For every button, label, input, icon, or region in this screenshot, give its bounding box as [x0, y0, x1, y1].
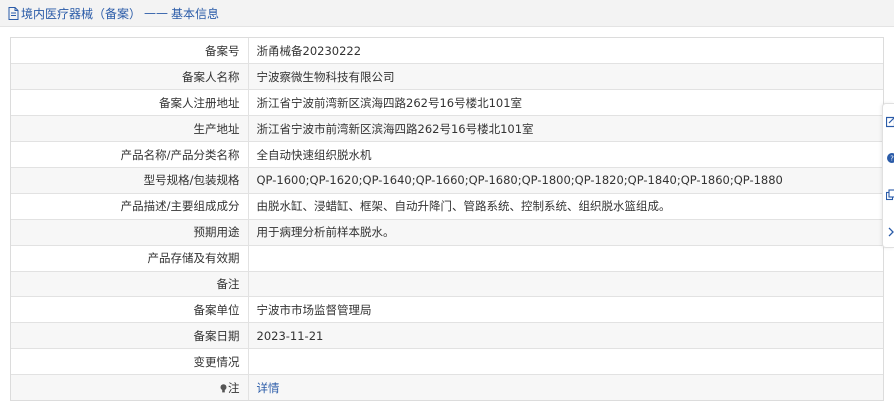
- row-label: 备案单位: [11, 296, 249, 324]
- row-value: 全自动快速组织脱水机: [248, 141, 883, 168]
- svg-text:?: ?: [890, 155, 894, 163]
- table-row: 预期用途 用于病理分析前样本脱水。: [11, 219, 883, 246]
- info-table: 备案号 浙甬械备20230222 备案人名称 宁波察微生物科技有限公司 备案人注…: [10, 37, 884, 401]
- table-row: 产品描述/主要组成成分 由脱水缸、浸蜡缸、框架、自动升降门、管路系统、控制系统、…: [11, 193, 883, 220]
- row-value: [248, 245, 883, 272]
- row-value: [248, 348, 883, 376]
- row-value: 浙江省宁波市前湾新区滨海四路262号16号楼北101室: [248, 115, 883, 143]
- table-row: 备案日期 2023-11-21: [11, 322, 883, 350]
- table-row: 产品存储及有效期: [11, 245, 883, 272]
- chevron-right-icon[interactable]: [886, 226, 894, 238]
- row-value: 浙甬械备20230222: [248, 38, 883, 65]
- row-label: 产品存储及有效期: [11, 245, 249, 272]
- table-row: 生产地址 浙江省宁波市前湾新区滨海四路262号16号楼北101室: [11, 115, 883, 143]
- lightbulb-icon: [220, 383, 227, 393]
- page-title: 境内医疗器械（备案）: [21, 6, 142, 21]
- details-link[interactable]: 详情: [257, 381, 280, 395]
- help-icon[interactable]: ?: [886, 152, 894, 164]
- row-value: 宁波市市场监督管理局: [248, 296, 883, 324]
- table-row: 备注: [11, 271, 883, 298]
- row-label: 产品名称/产品分类名称: [11, 141, 249, 168]
- row-label: 变更情况: [11, 348, 249, 376]
- table-row: 型号规格/包装规格 QP-1600;QP-1620;QP-1640;QP-166…: [11, 167, 883, 194]
- edit-icon[interactable]: [886, 116, 894, 128]
- table-row: 产品名称/产品分类名称 全自动快速组织脱水机: [11, 141, 883, 168]
- page-header: 境内医疗器械（备案） —— 基本信息: [0, 0, 894, 27]
- row-label: 产品描述/主要组成成分: [11, 193, 249, 220]
- document-icon: [8, 6, 19, 20]
- side-toolbar: ?: [882, 103, 894, 248]
- row-value: [248, 271, 883, 298]
- table-row: 备案单位 宁波市市场监督管理局: [11, 296, 883, 324]
- table-row: 注 详情: [11, 374, 883, 401]
- row-value: 2023-11-21: [248, 322, 883, 350]
- copy-icon[interactable]: [886, 189, 894, 201]
- row-value: 浙江省宁波前湾新区滨海四路262号16号楼北101室: [248, 89, 883, 117]
- row-label: 备案日期: [11, 322, 249, 350]
- table-row: 备案人注册地址 浙江省宁波前湾新区滨海四路262号16号楼北101室: [11, 89, 883, 117]
- row-value: QP-1600;QP-1620;QP-1640;QP-1660;QP-1680;…: [248, 167, 883, 194]
- row-label: 生产地址: [11, 115, 249, 143]
- row-label: 备注: [11, 271, 249, 298]
- row-label: 备案人名称: [11, 63, 249, 91]
- row-label: 型号规格/包装规格: [11, 167, 249, 194]
- note-label: 注: [11, 374, 249, 401]
- table-row: 变更情况: [11, 348, 883, 376]
- row-value: 用于病理分析前样本脱水。: [248, 219, 883, 246]
- table-row: 备案人名称 宁波察微生物科技有限公司: [11, 63, 883, 91]
- row-value: 由脱水缸、浸蜡缸、框架、自动升降门、管路系统、控制系统、组织脱水篮组成。: [248, 193, 883, 220]
- table-row: 备案号 浙甬械备20230222: [11, 38, 883, 65]
- row-value: 宁波察微生物科技有限公司: [248, 63, 883, 91]
- title-separator: ——: [144, 6, 169, 20]
- row-value: 详情: [248, 374, 883, 401]
- row-label: 备案人注册地址: [11, 89, 249, 117]
- note-label-text: 注: [228, 380, 240, 395]
- row-label: 备案号: [11, 38, 249, 65]
- row-label: 预期用途: [11, 219, 249, 246]
- page-subtitle: 基本信息: [171, 6, 220, 21]
